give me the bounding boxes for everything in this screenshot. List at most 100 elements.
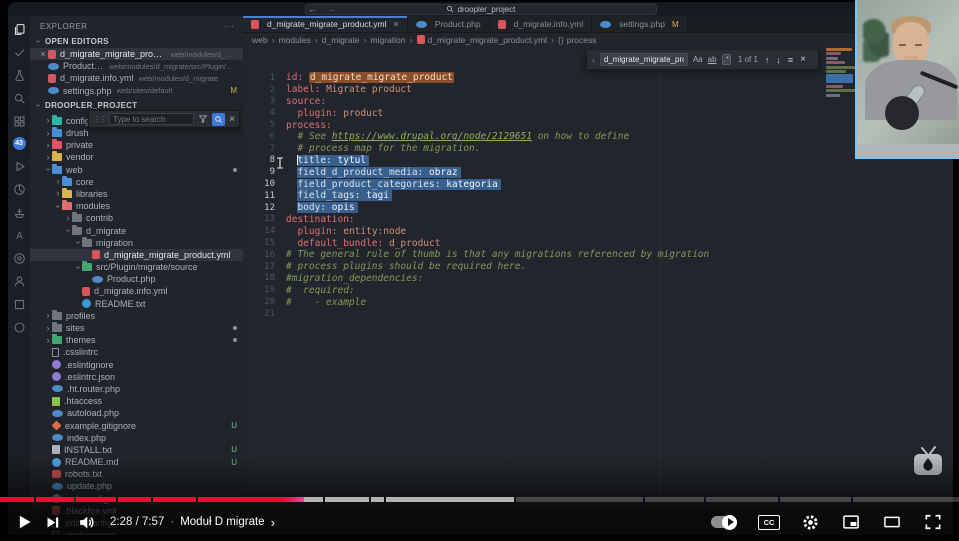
settings-gear-icon[interactable] bbox=[801, 513, 820, 532]
open-editor-item[interactable]: d_migrate.info.yml web/modules/d_migrate bbox=[30, 72, 243, 84]
code-line[interactable]: 5 process: bbox=[243, 119, 953, 131]
forward-arrow-icon[interactable]: → bbox=[327, 4, 336, 14]
tab-settings.php[interactable]: settings.php M bbox=[592, 16, 688, 32]
tree-item[interactable]: d_migrate_migrate_product.yml bbox=[30, 248, 243, 261]
chapter-segment[interactable] bbox=[117, 497, 151, 502]
open-editor-item[interactable]: × d_migrate_migrate_product.yml web/module… bbox=[30, 48, 243, 61]
tree-item[interactable]: › core bbox=[30, 175, 243, 188]
close-icon[interactable]: × bbox=[38, 49, 48, 59]
person-icon[interactable] bbox=[12, 274, 26, 288]
tree-item[interactable]: › drush bbox=[30, 127, 243, 139]
tree-item[interactable]: › themes bbox=[30, 334, 243, 346]
breadcrumb-item[interactable]: web bbox=[252, 35, 268, 45]
code-line[interactable]: 13 destination: bbox=[243, 214, 953, 226]
code-line[interactable]: 6 # See https://www.drupal.org/node/2129… bbox=[243, 131, 953, 143]
tree-item[interactable]: .eslintignore bbox=[30, 359, 243, 371]
tab-d_migrate_migrate_product.yml[interactable]: d_migrate_migrate_product.yml × bbox=[243, 16, 408, 32]
code-line[interactable]: 17 # process plugins should be required h… bbox=[243, 261, 953, 273]
tree-item[interactable]: .eslintrc.json bbox=[30, 371, 243, 383]
letter-a-icon[interactable]: A bbox=[12, 228, 26, 242]
channel-watermark-tv-icon[interactable] bbox=[910, 446, 946, 483]
tree-item[interactable]: example.gitignore U bbox=[30, 419, 243, 431]
chapter-segment[interactable] bbox=[386, 497, 515, 502]
tree-item[interactable]: INSTALL.txt U bbox=[30, 444, 243, 456]
close-icon[interactable]: × bbox=[394, 19, 399, 29]
notification-badge[interactable]: 43 bbox=[12, 137, 26, 150]
progress-bar[interactable] bbox=[0, 497, 959, 502]
whole-word-icon[interactable]: ab bbox=[708, 55, 717, 64]
chapter-segment[interactable] bbox=[705, 497, 778, 502]
tab-d_migrate.info.yml[interactable]: d_migrate.info.yml bbox=[489, 16, 593, 32]
code-line[interactable]: 20 # - example bbox=[243, 296, 953, 308]
code-line[interactable]: 8 title: tytul bbox=[243, 154, 953, 167]
beaker-icon[interactable] bbox=[12, 68, 26, 82]
autoplay-toggle[interactable] bbox=[711, 514, 737, 530]
ship-icon[interactable] bbox=[12, 205, 26, 219]
box-icon[interactable] bbox=[12, 297, 26, 311]
find-collapse-chevron-icon[interactable]: › bbox=[592, 55, 595, 65]
tree-item[interactable]: › migration bbox=[30, 236, 243, 249]
play-icon[interactable] bbox=[12, 159, 26, 173]
tree-item[interactable]: robots.txt bbox=[30, 468, 243, 480]
code-line[interactable]: 11 field_tags: tagi bbox=[243, 190, 953, 202]
tree-item[interactable]: autoload.php bbox=[30, 407, 243, 419]
tree-item[interactable]: › web bbox=[30, 163, 243, 176]
files-icon[interactable] bbox=[12, 22, 26, 36]
tree-item[interactable]: › src/Plugin/migrate/source bbox=[30, 261, 243, 273]
chapter-segment[interactable] bbox=[152, 497, 197, 502]
fullscreen-button[interactable] bbox=[923, 512, 943, 532]
play-button[interactable] bbox=[14, 512, 34, 532]
tree-item[interactable]: › modules bbox=[30, 200, 243, 212]
theater-mode-button[interactable] bbox=[882, 512, 902, 532]
chapter-segment[interactable] bbox=[779, 497, 851, 502]
chapter-segment[interactable] bbox=[325, 497, 370, 502]
code-line[interactable]: 16 # The general rule of thumb is that an… bbox=[243, 249, 953, 261]
chapter-chevron-icon[interactable]: › bbox=[271, 515, 275, 530]
tree-item[interactable]: › d_migrate bbox=[30, 224, 243, 236]
code-line[interactable]: 2 label: Migrate product bbox=[243, 84, 953, 96]
tree-item[interactable]: README.txt bbox=[30, 298, 243, 310]
tab-Product.php[interactable]: Product.php bbox=[407, 16, 490, 32]
fuzzy-search-icon[interactable] bbox=[212, 112, 226, 126]
tree-search-input[interactable] bbox=[109, 113, 195, 125]
breadcrumb-item[interactable]: {} process bbox=[558, 35, 596, 45]
tree-item[interactable]: Product.php bbox=[30, 273, 243, 285]
chapter-segment[interactable] bbox=[645, 497, 704, 502]
chapter-segment[interactable] bbox=[0, 497, 34, 502]
close-icon[interactable]: × bbox=[800, 54, 806, 65]
tree-item[interactable]: index.php bbox=[30, 432, 243, 444]
target-icon[interactable] bbox=[12, 251, 26, 265]
tree-item[interactable]: › vendor bbox=[30, 151, 243, 163]
code-line[interactable]: 19 # required: bbox=[243, 284, 953, 296]
find-in-selection-icon[interactable]: ≡ bbox=[788, 55, 793, 65]
chapter-segment[interactable] bbox=[852, 497, 959, 502]
code-line[interactable]: 1 id: d_migrate_migrate_product bbox=[243, 72, 953, 84]
code-line[interactable]: 9 field_d_product_media: obraz bbox=[243, 166, 953, 178]
back-arrow-icon[interactable]: ← bbox=[308, 4, 317, 14]
breadcrumb-item[interactable]: d_migrate bbox=[322, 35, 360, 45]
previous-match-icon[interactable]: ↑ bbox=[765, 55, 770, 65]
tree-item[interactable]: › contrib bbox=[30, 212, 243, 224]
find-input[interactable] bbox=[599, 53, 688, 66]
chapter-segment[interactable] bbox=[35, 497, 74, 502]
check-icon[interactable] bbox=[12, 45, 26, 59]
code-line[interactable]: 7 # process map for the migration. bbox=[243, 143, 953, 155]
miniplayer-button[interactable] bbox=[841, 512, 861, 532]
code-line[interactable]: 10 field_product_categories: kategoria bbox=[243, 178, 953, 190]
more-actions-icon[interactable]: ··· bbox=[224, 22, 235, 34]
captions-button[interactable]: CC bbox=[758, 514, 780, 530]
code-line[interactable]: 15 default_bundle: d_product bbox=[243, 237, 953, 249]
chapter-segment[interactable] bbox=[371, 497, 385, 502]
chapter-segment[interactable] bbox=[516, 497, 644, 502]
chapter-segment[interactable] bbox=[198, 497, 324, 502]
pie-icon[interactable] bbox=[12, 182, 26, 196]
code-line[interactable]: 3 source: bbox=[243, 96, 953, 108]
chapter-segment[interactable] bbox=[75, 497, 116, 502]
tree-item[interactable]: .ht.router.php bbox=[30, 383, 243, 395]
tree-item[interactable]: .htaccess bbox=[30, 395, 243, 407]
volume-button[interactable] bbox=[77, 513, 96, 532]
project-search-box[interactable]: droopler_project bbox=[304, 3, 657, 15]
next-match-icon[interactable]: ↓ bbox=[776, 55, 781, 65]
open-editor-item[interactable]: settings.php web/sites/default M bbox=[30, 85, 243, 97]
circle-icon[interactable] bbox=[12, 320, 26, 334]
